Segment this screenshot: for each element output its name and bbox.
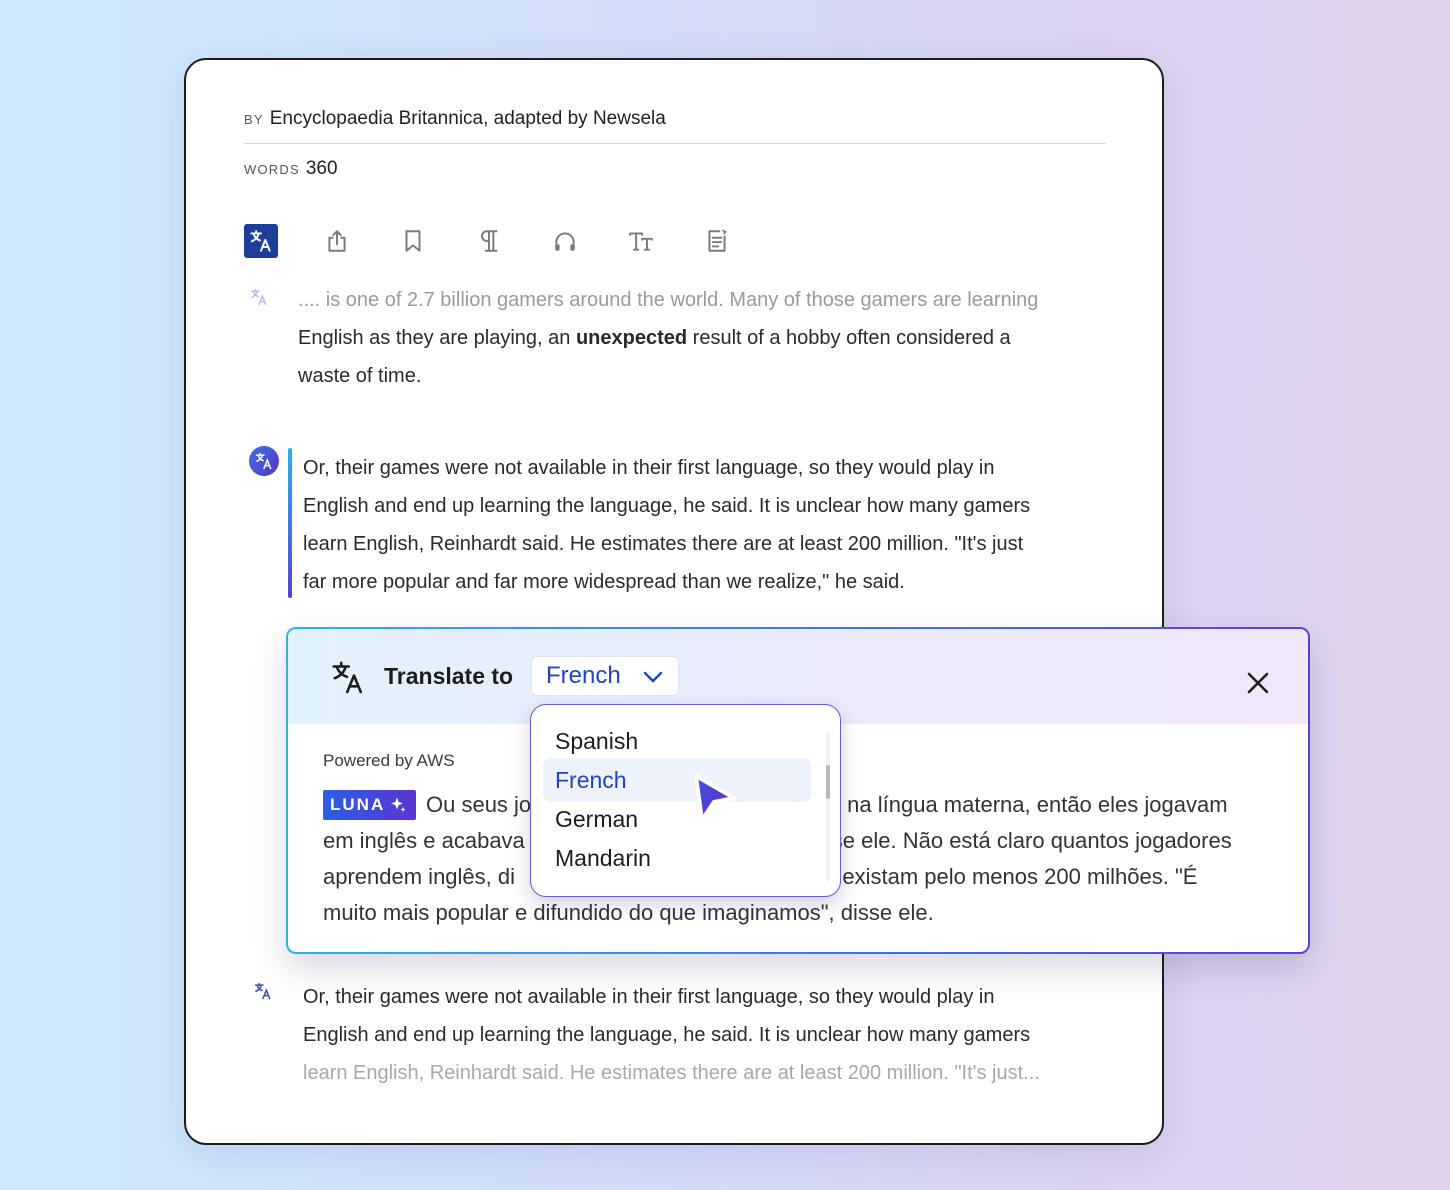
translated-line: muito mais popular e difundido do que im… (323, 900, 934, 925)
bookmark-icon (405, 230, 421, 252)
audio-button[interactable] (548, 224, 582, 258)
paragraph-line: English and end up learning the language… (303, 495, 1031, 517)
byline-label: BY (244, 112, 264, 127)
pointer-cursor-icon (694, 774, 736, 822)
paragraph-line: Or, their games were not available in th… (303, 457, 995, 479)
paragraph-line: learn English, Reinhardt said. He estima… (303, 533, 1024, 555)
word-count: WORDS 360 (244, 158, 338, 180)
share-button[interactable] (320, 224, 354, 258)
paragraph-translate-icon[interactable] (248, 286, 270, 308)
paragraph-button[interactable] (472, 224, 506, 258)
paragraph-icon (481, 230, 498, 252)
language-select[interactable]: French (531, 656, 679, 696)
divider (244, 143, 1106, 144)
powered-by-label: Powered by AWS (323, 751, 455, 770)
translate-tool-button[interactable] (244, 224, 278, 258)
paragraph-line: far more popular and far more widespread… (303, 571, 905, 593)
byline: BY Encyclopaedia Britannica, adapted by N… (244, 108, 666, 130)
language-option-spanish[interactable]: Spanish (543, 719, 811, 763)
article-paragraph: Or, their games were not available in th… (303, 978, 1123, 1092)
language-option-german[interactable]: German (543, 797, 811, 841)
notes-button[interactable] (700, 224, 734, 258)
share-icon (328, 230, 346, 252)
text-run: e existam pelo menos 200 milhões. "É (824, 864, 1198, 889)
active-paragraph-translate-icon[interactable] (249, 446, 279, 476)
close-icon[interactable] (1244, 669, 1272, 697)
bookmark-button[interactable] (396, 224, 430, 258)
article-toolbar (244, 224, 776, 258)
chevron-down-icon (643, 671, 663, 683)
text-run: se ele. Não está claro quantos jogadores (831, 828, 1232, 853)
text-run: em inglês e acabava (323, 828, 525, 853)
language-option-mandarin[interactable]: Mandarin (543, 836, 811, 880)
article-card: BY Encyclopaedia Britannica, adapted by N… (184, 58, 1164, 1145)
paragraph-line: learn English, Reinhardt said. He estima… (303, 1062, 1040, 1084)
paragraph-line: English as they are playing, an unexpect… (298, 319, 1118, 357)
translate-panel-title: Translate to (384, 663, 514, 689)
notes-icon (708, 229, 728, 252)
selected-language: French (546, 662, 621, 689)
dropdown-scrollbar-thumb[interactable] (826, 765, 830, 799)
translate-icon (255, 452, 272, 470)
text-run: Ou seus jo (426, 792, 532, 817)
paragraph-translate-icon[interactable] (252, 980, 274, 1002)
word-count-value: 360 (305, 158, 338, 179)
headphones-icon (555, 232, 575, 251)
text-run: English as they are playing, an (298, 327, 576, 349)
text-run: na língua materna, então eles jogavam (847, 792, 1228, 817)
article-paragraph: .... is one of 2.7 billion gamers around… (298, 281, 1118, 395)
text-size-button[interactable] (624, 224, 658, 258)
paragraph-line: English and end up learning the language… (303, 1024, 1031, 1046)
text-size-icon (629, 232, 653, 251)
language-option-french[interactable]: French (543, 758, 811, 802)
selected-paragraph-bar (288, 448, 292, 598)
translate-icon (250, 288, 267, 306)
byline-value: Encyclopaedia Britannica, adapted by New… (269, 108, 666, 129)
selected-article-paragraph[interactable]: Or, their games were not available in th… (303, 449, 1123, 601)
paragraph-line: waste of time. (298, 365, 422, 387)
word-count-label: WORDS (244, 162, 300, 177)
text-run: result of a hobby often considered a (687, 327, 1011, 349)
paragraph-line: .... is one of 2.7 billion gamers around… (298, 289, 1039, 311)
text-run: aprendem inglês, di (323, 864, 516, 889)
language-dropdown: Spanish French German Mandarin (530, 704, 841, 897)
paragraph-line: Or, their games were not available in th… (303, 986, 995, 1008)
translate-icon (254, 982, 271, 1000)
vocab-word[interactable]: unexpected (576, 327, 687, 349)
dropdown-scrollbar[interactable] (826, 731, 830, 881)
translate-icon (332, 661, 363, 694)
translate-icon (250, 230, 271, 252)
